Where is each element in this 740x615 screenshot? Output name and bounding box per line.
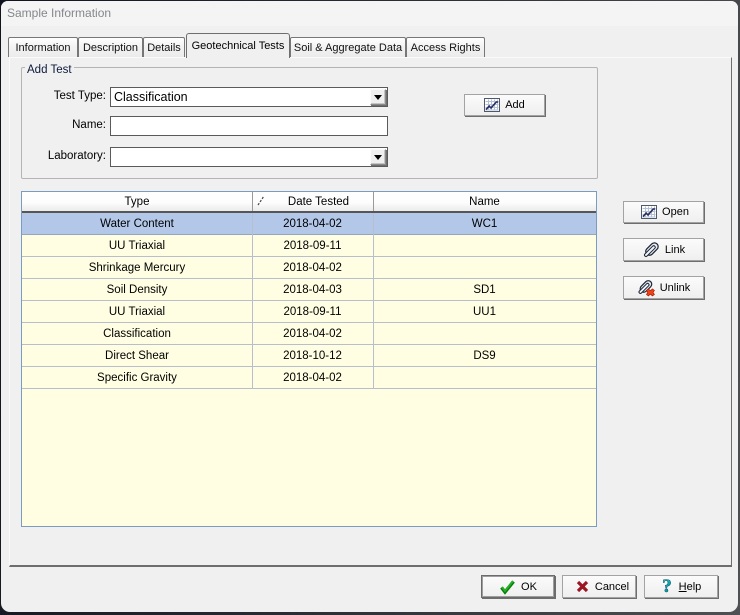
svg-text:?: ? bbox=[662, 578, 672, 595]
